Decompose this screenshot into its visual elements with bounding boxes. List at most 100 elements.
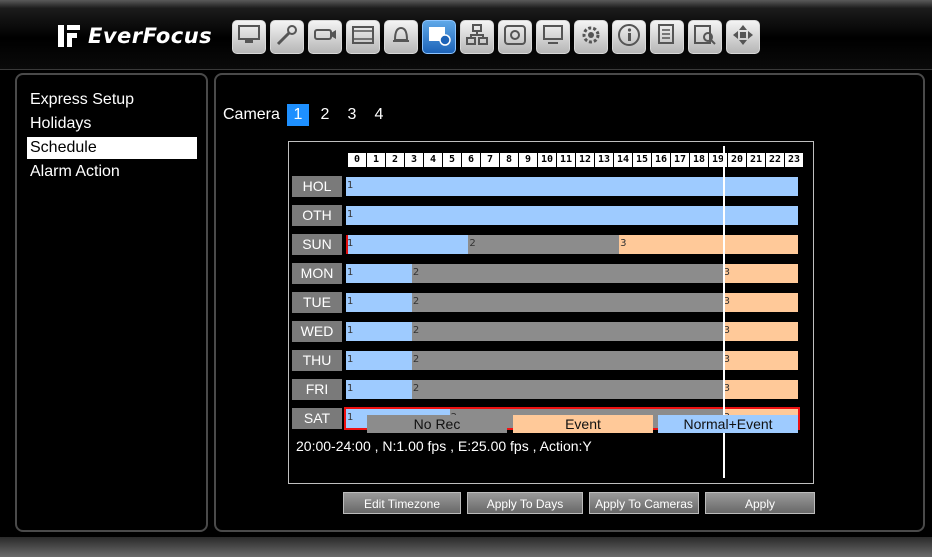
apply-button[interactable]: Apply <box>705 492 815 514</box>
toolbar-button-search-playback[interactable] <box>688 20 722 54</box>
schedule-bar-tue[interactable]: 1 2 3 <box>346 293 798 312</box>
left-menu-panel: Express Setup Holidays Schedule Alarm Actio… <box>15 73 208 532</box>
schedule-segment[interactable]: 2 <box>411 322 723 341</box>
hour-label: 3 <box>405 153 423 167</box>
segment-number: 2 <box>412 296 420 307</box>
hour-label: 14 <box>614 153 632 167</box>
schedule-bar-sun[interactable]: 1 2 3 <box>346 235 798 254</box>
segment-number: 1 <box>347 325 354 336</box>
segment-number: 1 <box>347 412 354 423</box>
top-bar: EverFocus <box>0 0 932 70</box>
toolbar-button-camera[interactable] <box>308 20 342 54</box>
segment-number: 2 <box>412 383 420 394</box>
menu-item-holidays[interactable]: Holidays <box>27 112 197 136</box>
brand-name: EverFocus <box>88 24 213 48</box>
network-icon <box>464 22 490 53</box>
bottom-status-bar <box>0 537 932 557</box>
toolbar-button-monitor[interactable] <box>232 20 266 54</box>
toolbar-button-log[interactable] <box>650 20 684 54</box>
toolbar-button-ptz[interactable] <box>726 20 760 54</box>
tools-icon <box>274 22 300 53</box>
schedule-panel: Camera 1234 0 1 2 3 4 5 6 7 8 9 10 11 12 13 14 15 16 17 18… <box>214 73 925 532</box>
menu-item-express-setup[interactable]: Express Setup <box>27 88 197 112</box>
schedule-segment[interactable]: 3 <box>722 351 798 370</box>
schedule-bar-hol[interactable]: 1 <box>346 177 798 196</box>
system-settings-icon <box>578 22 604 53</box>
schedule-segment[interactable]: 1 <box>346 380 412 399</box>
segment-number: 1 <box>347 267 354 278</box>
legend-event: Event <box>513 415 653 433</box>
day-label-thu[interactable]: THU <box>292 350 342 371</box>
monitor-icon <box>236 22 262 53</box>
schedule-bar-fri[interactable]: 1 2 3 <box>346 380 798 399</box>
segment-number: 1 <box>347 180 354 191</box>
toolbar-button-disk[interactable] <box>498 20 532 54</box>
apply-to-days-button[interactable]: Apply To Days <box>467 492 583 514</box>
camera-selector: Camera 1234 <box>223 104 395 126</box>
day-label-wed[interactable]: WED <box>292 321 342 342</box>
hour-label: 13 <box>595 153 613 167</box>
schedule-bar-wed[interactable]: 1 2 3 <box>346 322 798 341</box>
day-label-fri[interactable]: FRI <box>292 379 342 400</box>
action-buttons: Edit Timezone Apply To Days Apply To Cam… <box>343 492 815 514</box>
schedule-segment[interactable]: 1 <box>346 351 412 370</box>
schedule-segment[interactable]: 3 <box>722 264 798 283</box>
menu-item-alarm-action[interactable]: Alarm Action <box>27 160 197 184</box>
hour-label: 15 <box>633 153 651 167</box>
schedule-segment[interactable]: 1 <box>346 293 412 312</box>
search-playback-icon <box>692 22 718 53</box>
day-label-oth[interactable]: OTH <box>292 205 342 226</box>
day-label-tue[interactable]: TUE <box>292 292 342 313</box>
hour-label: 9 <box>519 153 537 167</box>
edit-timezone-button[interactable]: Edit Timezone <box>343 492 461 514</box>
hour-ruler: 0 1 2 3 4 5 6 7 8 9 10 11 12 13 14 15 16 17 18 19 20 21 22 23 <box>348 153 803 167</box>
schedule-segment[interactable]: 3 <box>619 235 798 254</box>
toolbar-button-network[interactable] <box>460 20 494 54</box>
schedule-grid: 0 1 2 3 4 5 6 7 8 9 10 11 12 13 14 15 16 17 18 19 20 21 22 23 H… <box>288 141 814 484</box>
day-label-sat[interactable]: SAT <box>292 408 342 429</box>
segment-number: 1 <box>347 383 354 394</box>
schedule-segment[interactable]: 3 <box>722 293 798 312</box>
schedule-segment[interactable]: 2 <box>411 264 723 283</box>
timezone-info-text: 20:00-24:00 , N:1.00 fps , E:25.00 fps ,… <box>296 438 592 454</box>
schedule-segment[interactable]: 2 <box>468 235 620 254</box>
schedule-segment[interactable]: 3 <box>722 380 798 399</box>
schedule-bar-oth[interactable]: 1 <box>346 206 798 225</box>
toolbar-button-system-settings[interactable] <box>574 20 608 54</box>
schedule-segment[interactable]: 1 <box>346 322 412 341</box>
schedule-segment[interactable]: 3 <box>722 322 798 341</box>
day-label-hol[interactable]: HOL <box>292 176 342 197</box>
schedule-bar-mon[interactable]: 1 2 3 <box>346 264 798 283</box>
segment-number: 3 <box>620 238 627 249</box>
schedule-segment[interactable]: 2 <box>411 351 723 370</box>
toolbar-button-film[interactable] <box>346 20 380 54</box>
day-label-sun[interactable]: SUN <box>292 234 342 255</box>
schedule-segment[interactable]: 2 <box>411 293 723 312</box>
toolbar-button-schedule[interactable] <box>422 20 456 54</box>
toolbar-button-info[interactable] <box>612 20 646 54</box>
segment-number: 1 <box>347 209 354 220</box>
schedule-segment[interactable]: 1 <box>346 206 798 225</box>
alarm-icon <box>388 22 414 53</box>
camera-icon <box>312 22 338 53</box>
film-icon <box>350 22 376 53</box>
schedule-bar-thu[interactable]: 1 2 3 <box>346 351 798 370</box>
toolbar-button-tools[interactable] <box>270 20 304 54</box>
camera-button-1[interactable]: 1 <box>286 104 309 126</box>
camera-button-3[interactable]: 3 <box>341 104 363 126</box>
camera-button-2[interactable]: 2 <box>314 104 336 126</box>
schedule-segment[interactable]: 1 <box>346 177 798 196</box>
camera-button-4[interactable]: 4 <box>368 104 390 126</box>
main-toolbar <box>232 20 760 54</box>
toolbar-button-display[interactable] <box>536 20 570 54</box>
menu-item-schedule[interactable]: Schedule <box>27 137 197 159</box>
hour-label: 12 <box>576 153 594 167</box>
apply-to-cameras-button[interactable]: Apply To Cameras <box>589 492 699 514</box>
schedule-segment[interactable]: 2 <box>411 380 723 399</box>
schedule-segment[interactable]: 1 <box>346 264 412 283</box>
side-menu: Express Setup Holidays Schedule Alarm Actio… <box>27 88 197 184</box>
toolbar-button-alarm[interactable] <box>384 20 418 54</box>
hour-label: 7 <box>481 153 499 167</box>
schedule-segment[interactable]: 1 <box>346 235 469 254</box>
day-label-mon[interactable]: MON <box>292 263 342 284</box>
